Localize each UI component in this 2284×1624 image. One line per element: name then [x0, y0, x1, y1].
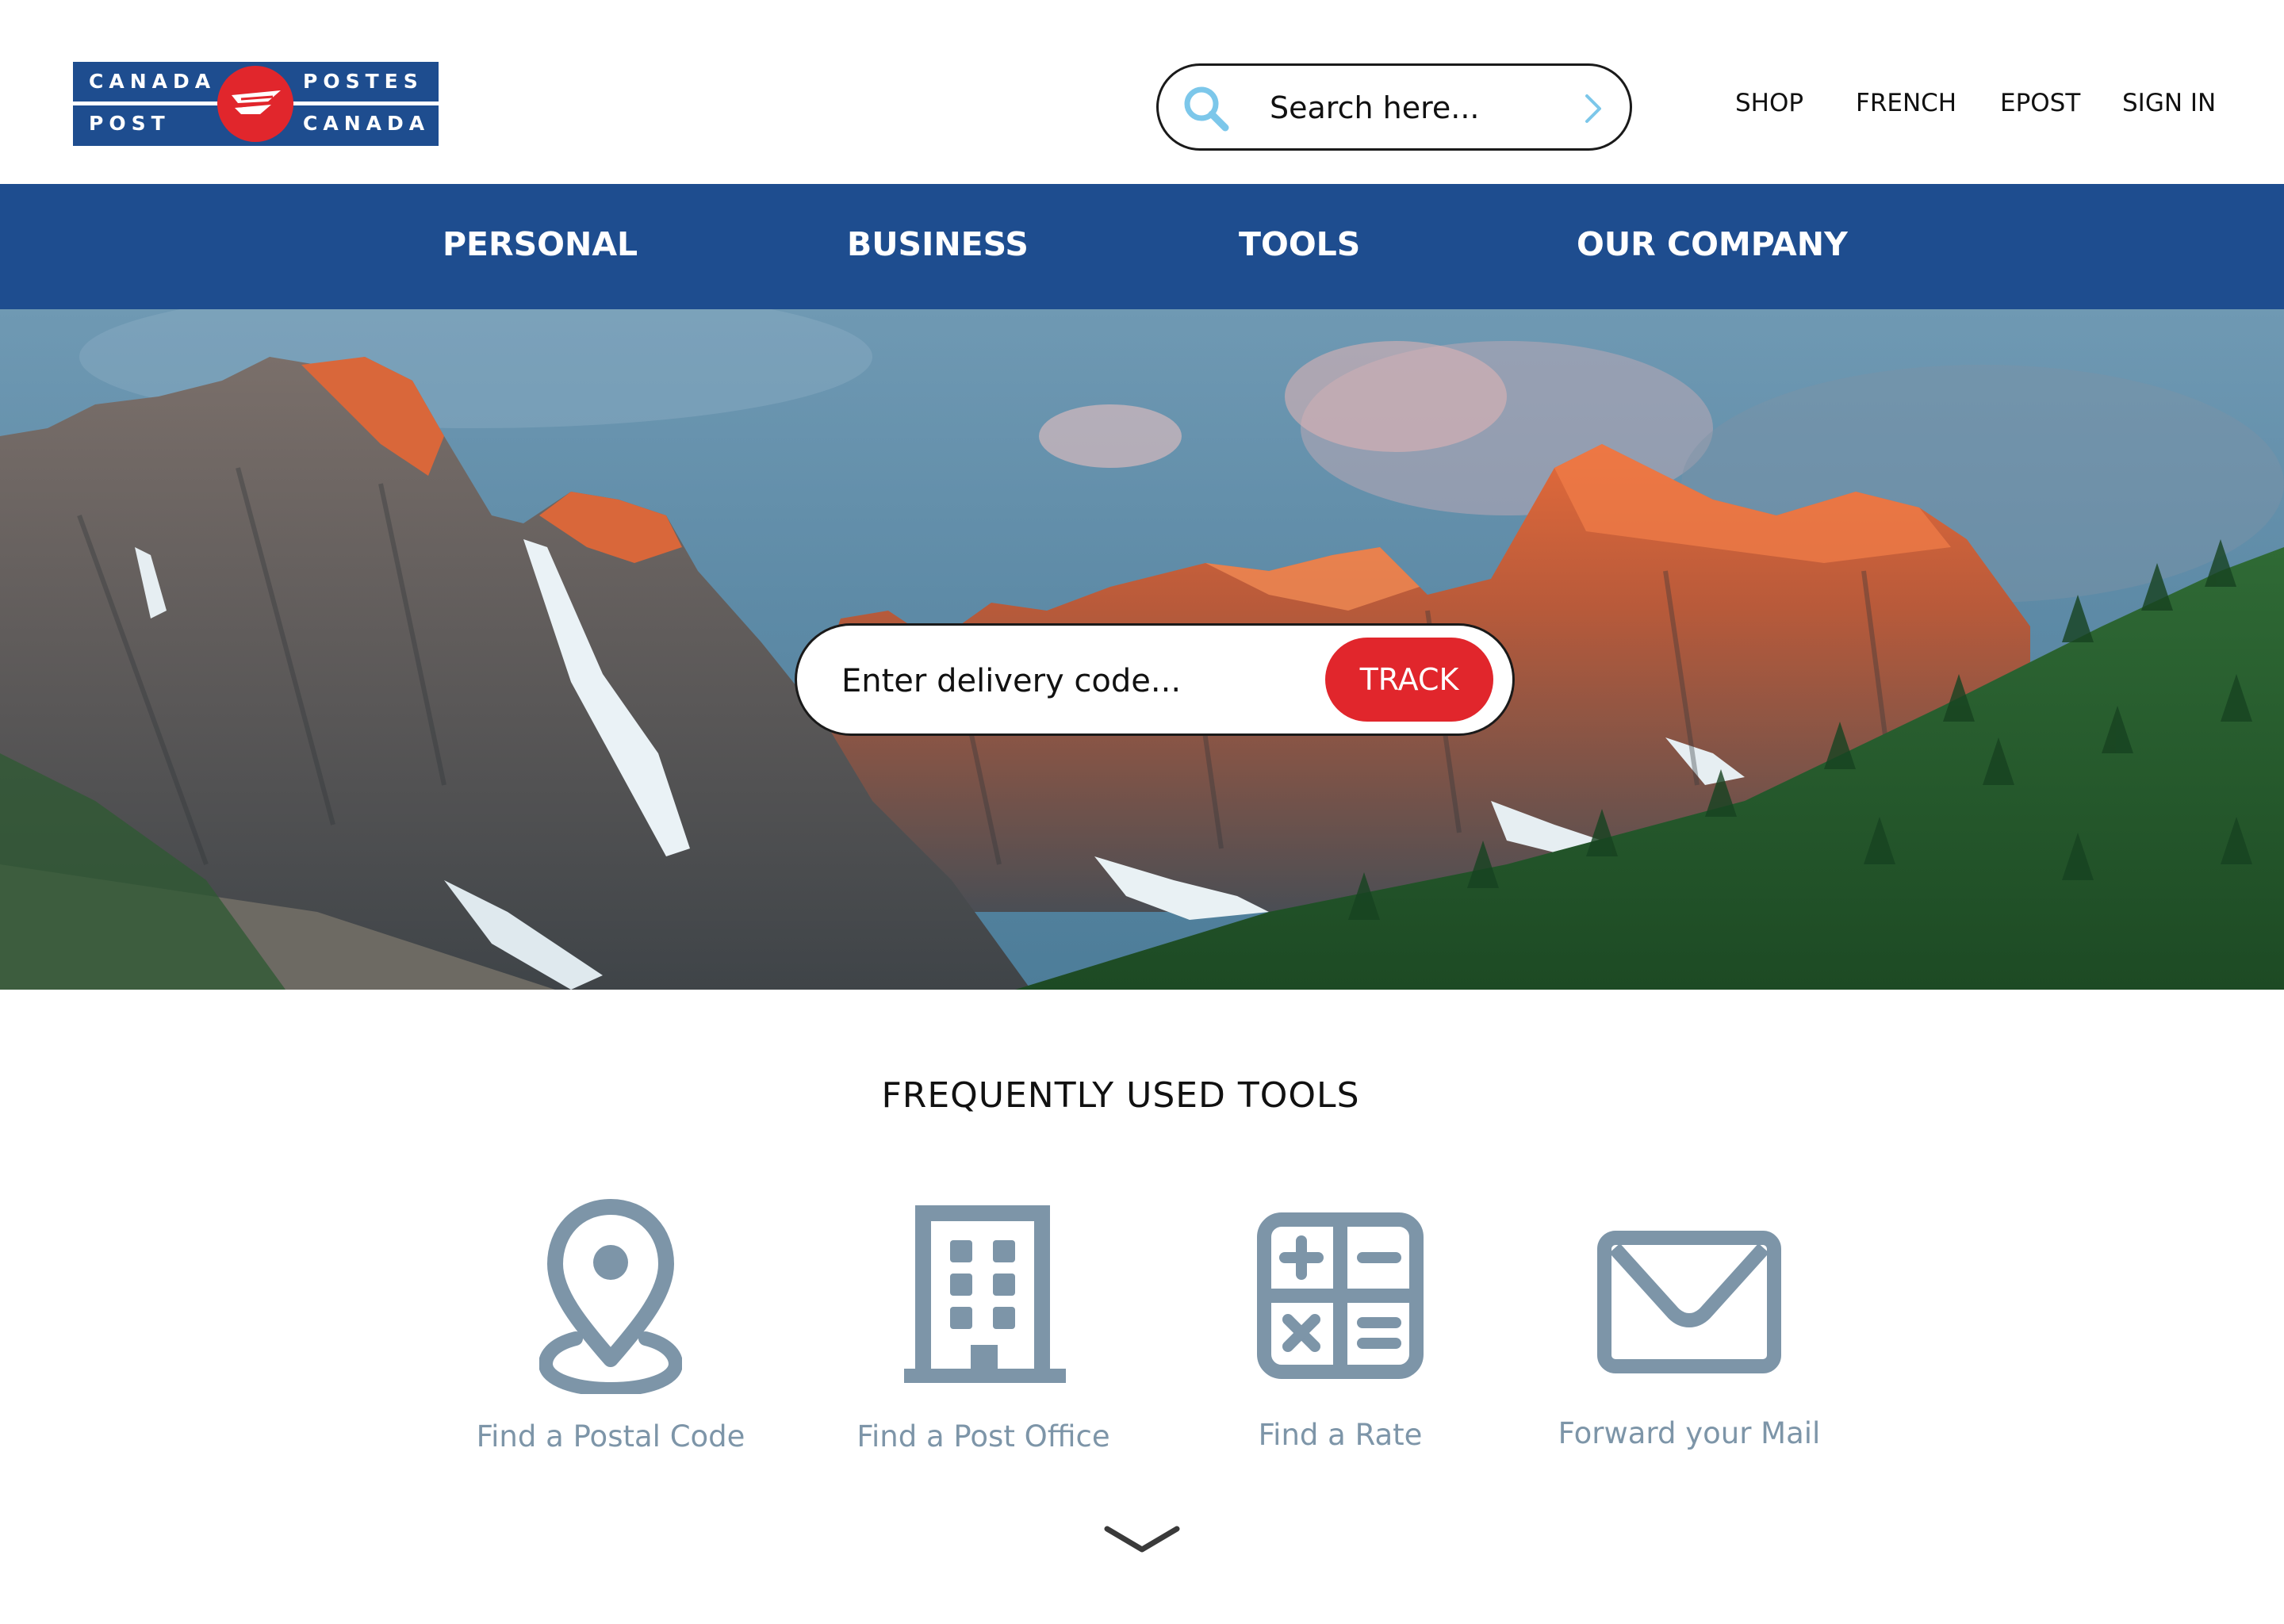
tracking-code-input[interactable]	[841, 653, 1286, 710]
search-input[interactable]	[1270, 80, 1563, 136]
nav-link-sign-in[interactable]: SIGN IN	[2122, 89, 2216, 117]
calculator-icon	[1257, 1212, 1424, 1379]
tool-label: Find a Rate	[1258, 1418, 1423, 1452]
nav-link-epost[interactable]: EPOST	[2000, 89, 2080, 117]
tool-find-postal-code[interactable]: Find a Postal Code	[476, 1189, 745, 1467]
canada-post-logo[interactable]: CANADA POST POSTES CANADA	[73, 62, 439, 146]
nav-link-shop[interactable]: SHOP	[1735, 89, 1803, 117]
map-pin-icon	[539, 1199, 682, 1394]
site-header: CANADA POST POSTES CANADA SHOP FRENCH EP…	[0, 0, 2284, 184]
main-navigation: PERSONAL BUSINESS TOOLS OUR COMPANY	[0, 184, 2284, 309]
logo-text-canada: CANADA	[89, 70, 217, 93]
tool-find-rate[interactable]: Find a Rate	[1205, 1189, 1475, 1467]
logo-text-postes: POSTES	[303, 70, 423, 93]
building-icon	[904, 1205, 1066, 1383]
nav-business[interactable]: BUSINESS	[847, 225, 1029, 263]
tracking-form: TRACK	[795, 623, 1515, 736]
hero-banner: TRACK	[0, 309, 2284, 990]
chevron-right-icon[interactable]	[1584, 93, 1603, 124]
tool-label: Find a Postal Code	[476, 1419, 745, 1454]
tool-forward-mail[interactable]: Forward your Mail	[1554, 1189, 1824, 1467]
envelope-icon	[1597, 1231, 1781, 1373]
tool-label: Find a Post Office	[856, 1419, 1110, 1454]
site-search	[1156, 63, 1632, 151]
tool-find-post-office[interactable]: Find a Post Office	[849, 1189, 1118, 1467]
logo-text-canada-fr: CANADA	[303, 112, 431, 135]
search-icon[interactable]	[1181, 83, 1232, 134]
nav-our-company[interactable]: OUR COMPANY	[1577, 225, 1848, 263]
tools-section-title: FREQUENTLY USED TOOLS	[881, 1075, 1360, 1116]
chevron-down-icon[interactable]	[1102, 1522, 1182, 1557]
logo-text-post: POST	[89, 112, 171, 135]
nav-personal[interactable]: PERSONAL	[443, 225, 638, 263]
tool-label: Forward your Mail	[1558, 1416, 1821, 1450]
nav-tools[interactable]: TOOLS	[1239, 225, 1360, 263]
track-button[interactable]: TRACK	[1325, 638, 1493, 722]
nav-link-french[interactable]: FRENCH	[1856, 89, 1956, 117]
